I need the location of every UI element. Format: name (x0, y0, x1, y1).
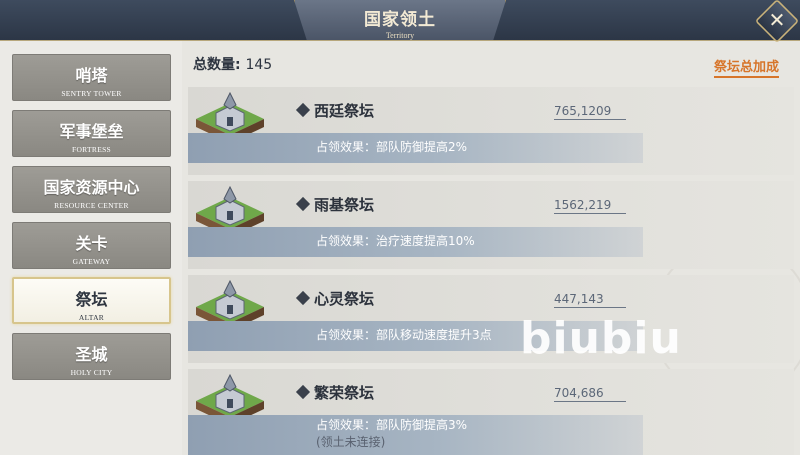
page-subtitle: Territory (385, 31, 415, 40)
altar-effect: 占领效果：治疗速度提高10% (316, 234, 475, 248)
diamond-bullet-icon (295, 102, 311, 118)
diamond-bullet-icon (295, 196, 311, 212)
watermark: biubiu (520, 313, 682, 364)
altar-name: 雨基祭坛 (295, 194, 375, 215)
sidebar-item-label: 军事堡垒 (59, 122, 124, 141)
total-count: 总数量: 145 (193, 54, 272, 74)
total-count-label: 总数量: (193, 57, 241, 73)
sidebar-item-sublabel: HOLY CITY (70, 368, 113, 377)
sidebar-item-sublabel: ALTAR (78, 313, 105, 322)
sidebar-item-label: 祭坛 (75, 290, 108, 309)
altar-list-panel: 总数量: 145 祭坛总加成 西廷祭坛 765,1209 占领效果：部队防御提高… (182, 41, 800, 455)
total-count-value: 145 (245, 57, 273, 73)
close-button[interactable]: ✕ (754, 0, 800, 44)
altar-name: 繁荣祭坛 (295, 382, 375, 403)
altar-card[interactable]: 雨基祭坛 1562,219 占领效果：治疗速度提高10% (188, 181, 794, 269)
title-plate: 国家领土 Territory (294, 0, 506, 40)
altar-total-bonus-link[interactable]: 祭坛总加成 (714, 56, 780, 78)
sidebar-item-label: 国家资源中心 (43, 178, 140, 197)
sidebar-item-gateway[interactable]: 关卡 GATEWAY (12, 222, 171, 269)
altar-card[interactable]: 西廷祭坛 765,1209 占领效果：部队防御提高2% (188, 87, 794, 175)
altar-name: 西廷祭坛 (295, 100, 375, 121)
sidebar-item-label: 关卡 (75, 234, 108, 253)
altar-name-text: 雨基祭坛 (314, 196, 375, 214)
sidebar-item-holy-city[interactable]: 圣城 HOLY CITY (12, 333, 171, 380)
sidebar-item-fortress[interactable]: 军事堡垒 FORTRESS (12, 110, 171, 157)
altar-coordinates-link[interactable]: 447,143 (554, 292, 626, 308)
sidebar-item-altar[interactable]: 祭坛 ALTAR (12, 277, 171, 324)
diamond-bullet-icon (295, 290, 311, 306)
sidebar-item-label: 圣城 (75, 345, 108, 364)
sidebar-item-sentry-tower[interactable]: 哨塔 SENTRY TOWER (12, 54, 171, 101)
altar-coordinates-link[interactable]: 1562,219 (554, 198, 626, 214)
altar-coordinates-link[interactable]: 765,1209 (554, 104, 626, 120)
page-title: 国家领土 (364, 10, 436, 30)
altar-effect: 占领效果：部队移动速度提升3点 (316, 328, 492, 342)
altar-card[interactable]: 心灵祭坛 447,143 占领效果：部队移动速度提升3点 (188, 275, 794, 363)
diamond-bullet-icon (295, 384, 311, 400)
sidebar-item-sublabel: SENTRY TOWER (61, 89, 122, 98)
altar-name: 心灵祭坛 (295, 288, 375, 309)
sidebar-item-resource-center[interactable]: 国家资源中心 RESOURCE CENTER (12, 166, 171, 213)
sidebar-item-sublabel: FORTRESS (71, 145, 112, 154)
altar-card[interactable]: 繁荣祭坛 704,686 占领效果：部队防御提高3% (领土未连接) (188, 369, 794, 455)
altar-effect: 占领效果：部队防御提高2% (316, 140, 468, 154)
close-x-icon: ✕ (768, 9, 786, 33)
sidebar-item-sublabel: RESOURCE CENTER (54, 201, 129, 210)
altar-name-text: 西廷祭坛 (314, 102, 375, 120)
altar-name-text: 繁荣祭坛 (314, 384, 375, 402)
sidebar-item-label: 哨塔 (75, 66, 108, 85)
altar-coordinates-link[interactable]: 704,686 (554, 386, 626, 402)
category-sidebar: 哨塔 SENTRY TOWER 军事堡垒 FORTRESS 国家资源中心 RES… (0, 41, 182, 455)
altar-status-note: (领土未连接) (316, 435, 386, 449)
altar-name-text: 心灵祭坛 (314, 290, 375, 308)
altar-effect: 占领效果：部队防御提高3% (316, 418, 468, 432)
sidebar-item-sublabel: GATEWAY (72, 257, 111, 266)
top-bar: 国家领土 Territory ✕ (0, 0, 800, 44)
